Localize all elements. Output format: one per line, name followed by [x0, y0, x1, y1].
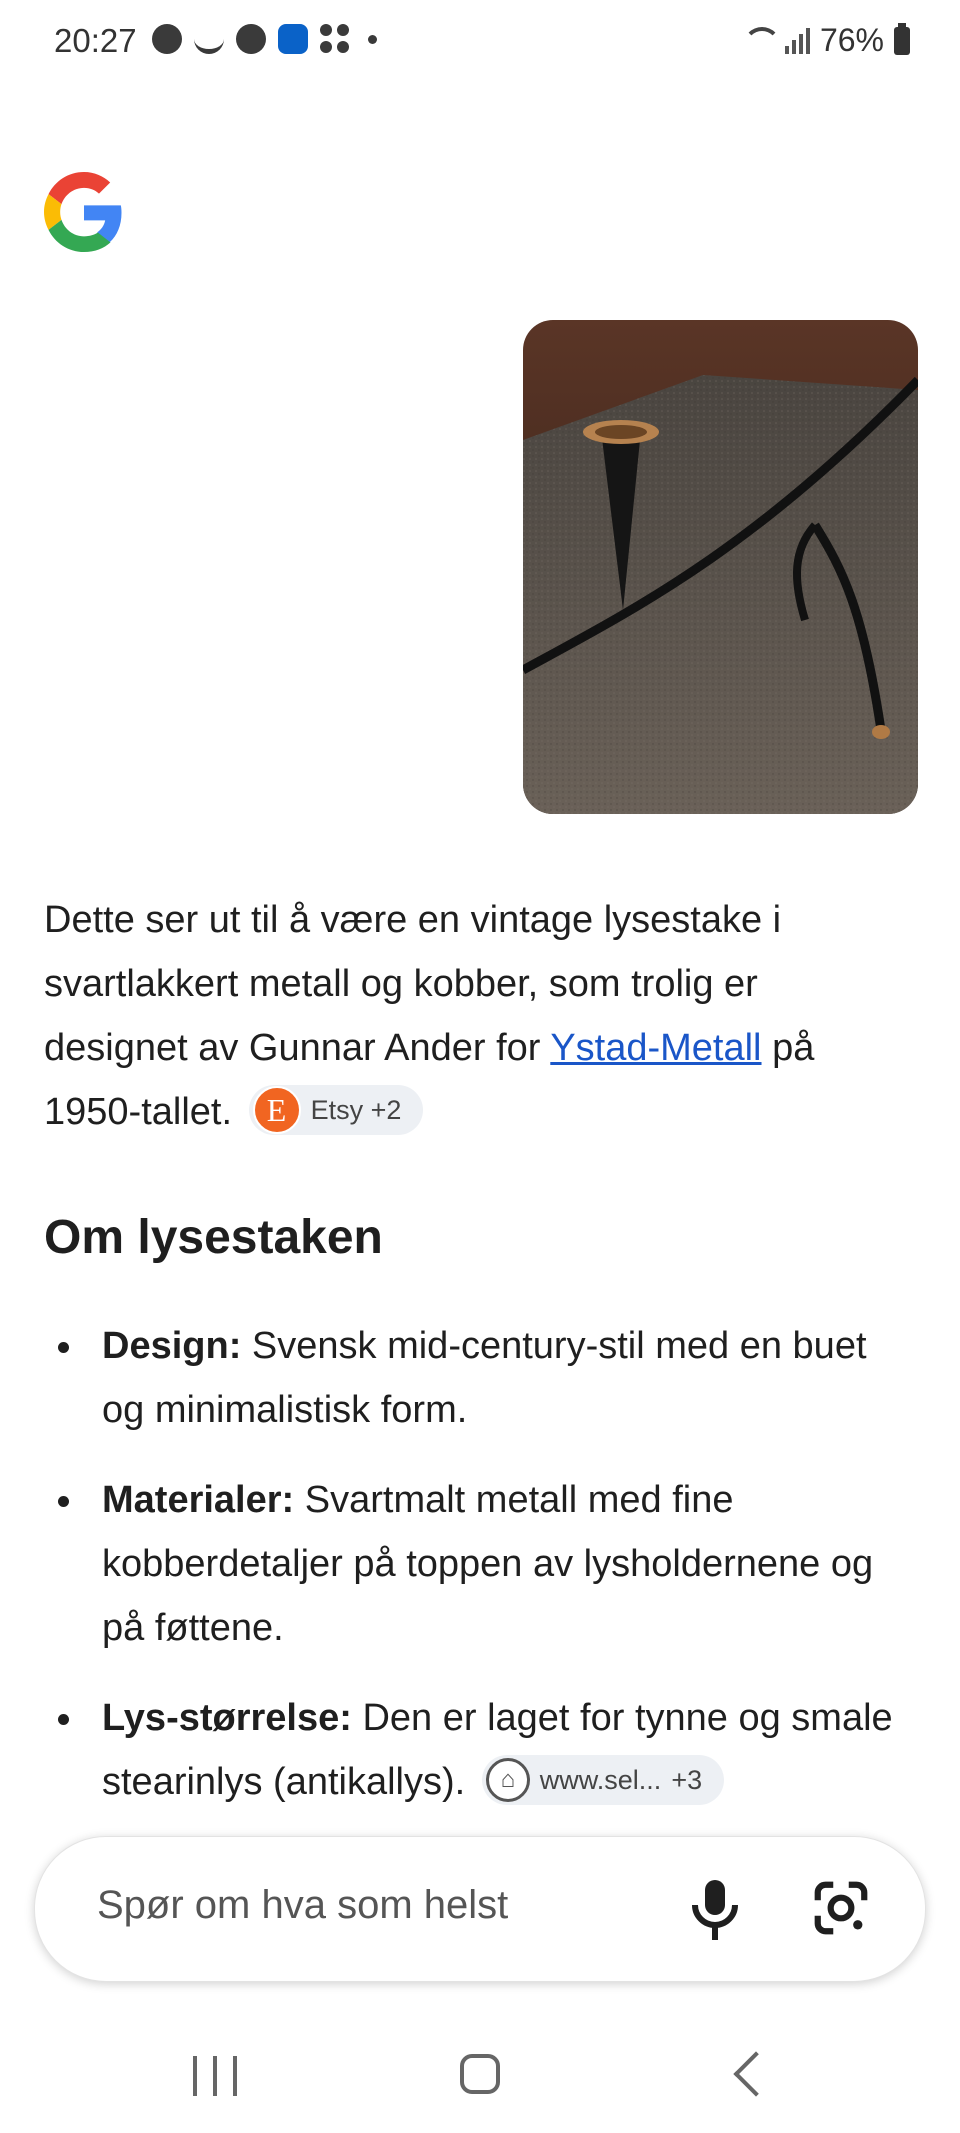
smile-icon	[194, 35, 224, 54]
notification-icons	[152, 24, 377, 54]
google-logo-icon	[44, 172, 122, 252]
bullet-list: Design: Svensk mid-century-stil med en b…	[44, 1314, 904, 1840]
source-chip-label: Etsy +2	[310, 1094, 402, 1125]
etsy-logo-icon: E	[252, 1085, 301, 1134]
section-heading: Om lysestaken	[44, 1211, 383, 1264]
list-item: Materialer: Svartmalt metall med fine ko…	[44, 1468, 904, 1660]
grid-icon	[320, 24, 350, 54]
list-item: Lys-størrelse: Den er laget for tynne og…	[44, 1686, 904, 1814]
battery-icon	[894, 22, 910, 55]
bullet-label: Materialer:	[102, 1479, 295, 1521]
source-chip-website[interactable]: ⌂ www.sel... +3	[481, 1754, 725, 1805]
ystad-metall-link[interactable]: Ystad-Metall	[550, 1027, 761, 1069]
list-item: Design: Svensk mid-century-stil med en b…	[44, 1314, 904, 1442]
home-icon[interactable]	[460, 2054, 500, 2094]
clock-icon	[236, 24, 266, 54]
google-lens-icon[interactable]	[810, 1877, 872, 1939]
ask-input-bar[interactable]: Spør om hva som helst	[34, 1836, 926, 1982]
query-image[interactable]	[523, 320, 918, 814]
status-time: 20:27	[54, 22, 137, 59]
bullet-label: Lys-størrelse:	[102, 1697, 352, 1739]
source-chip-count: +3	[671, 1764, 703, 1795]
bullet-label: Design:	[102, 1325, 242, 1367]
wifi-icon	[741, 26, 781, 55]
recent-apps-icon[interactable]	[193, 2056, 237, 2096]
app-icon	[278, 24, 308, 54]
source-chip-etsy[interactable]: E Etsy +2	[248, 1084, 424, 1135]
source-chip-label: www.sel...	[539, 1764, 662, 1795]
answer-paragraph: Dette ser ut til å være en vintage lyses…	[44, 888, 894, 1144]
back-icon[interactable]	[733, 2051, 779, 2097]
status-bar: 20:27 76%	[0, 0, 960, 90]
ask-input-placeholder[interactable]: Spør om hva som helst	[97, 1883, 508, 1928]
facebook-icon	[152, 24, 182, 54]
website-logo-icon: ⌂	[485, 1757, 530, 1802]
battery-percentage: 76%	[819, 22, 884, 58]
more-notifications-dot	[368, 34, 377, 44]
navigation-bar	[0, 2010, 960, 2133]
signal-icon	[784, 27, 810, 54]
microphone-icon[interactable]	[685, 1875, 745, 1945]
system-status: 76%	[741, 22, 910, 59]
